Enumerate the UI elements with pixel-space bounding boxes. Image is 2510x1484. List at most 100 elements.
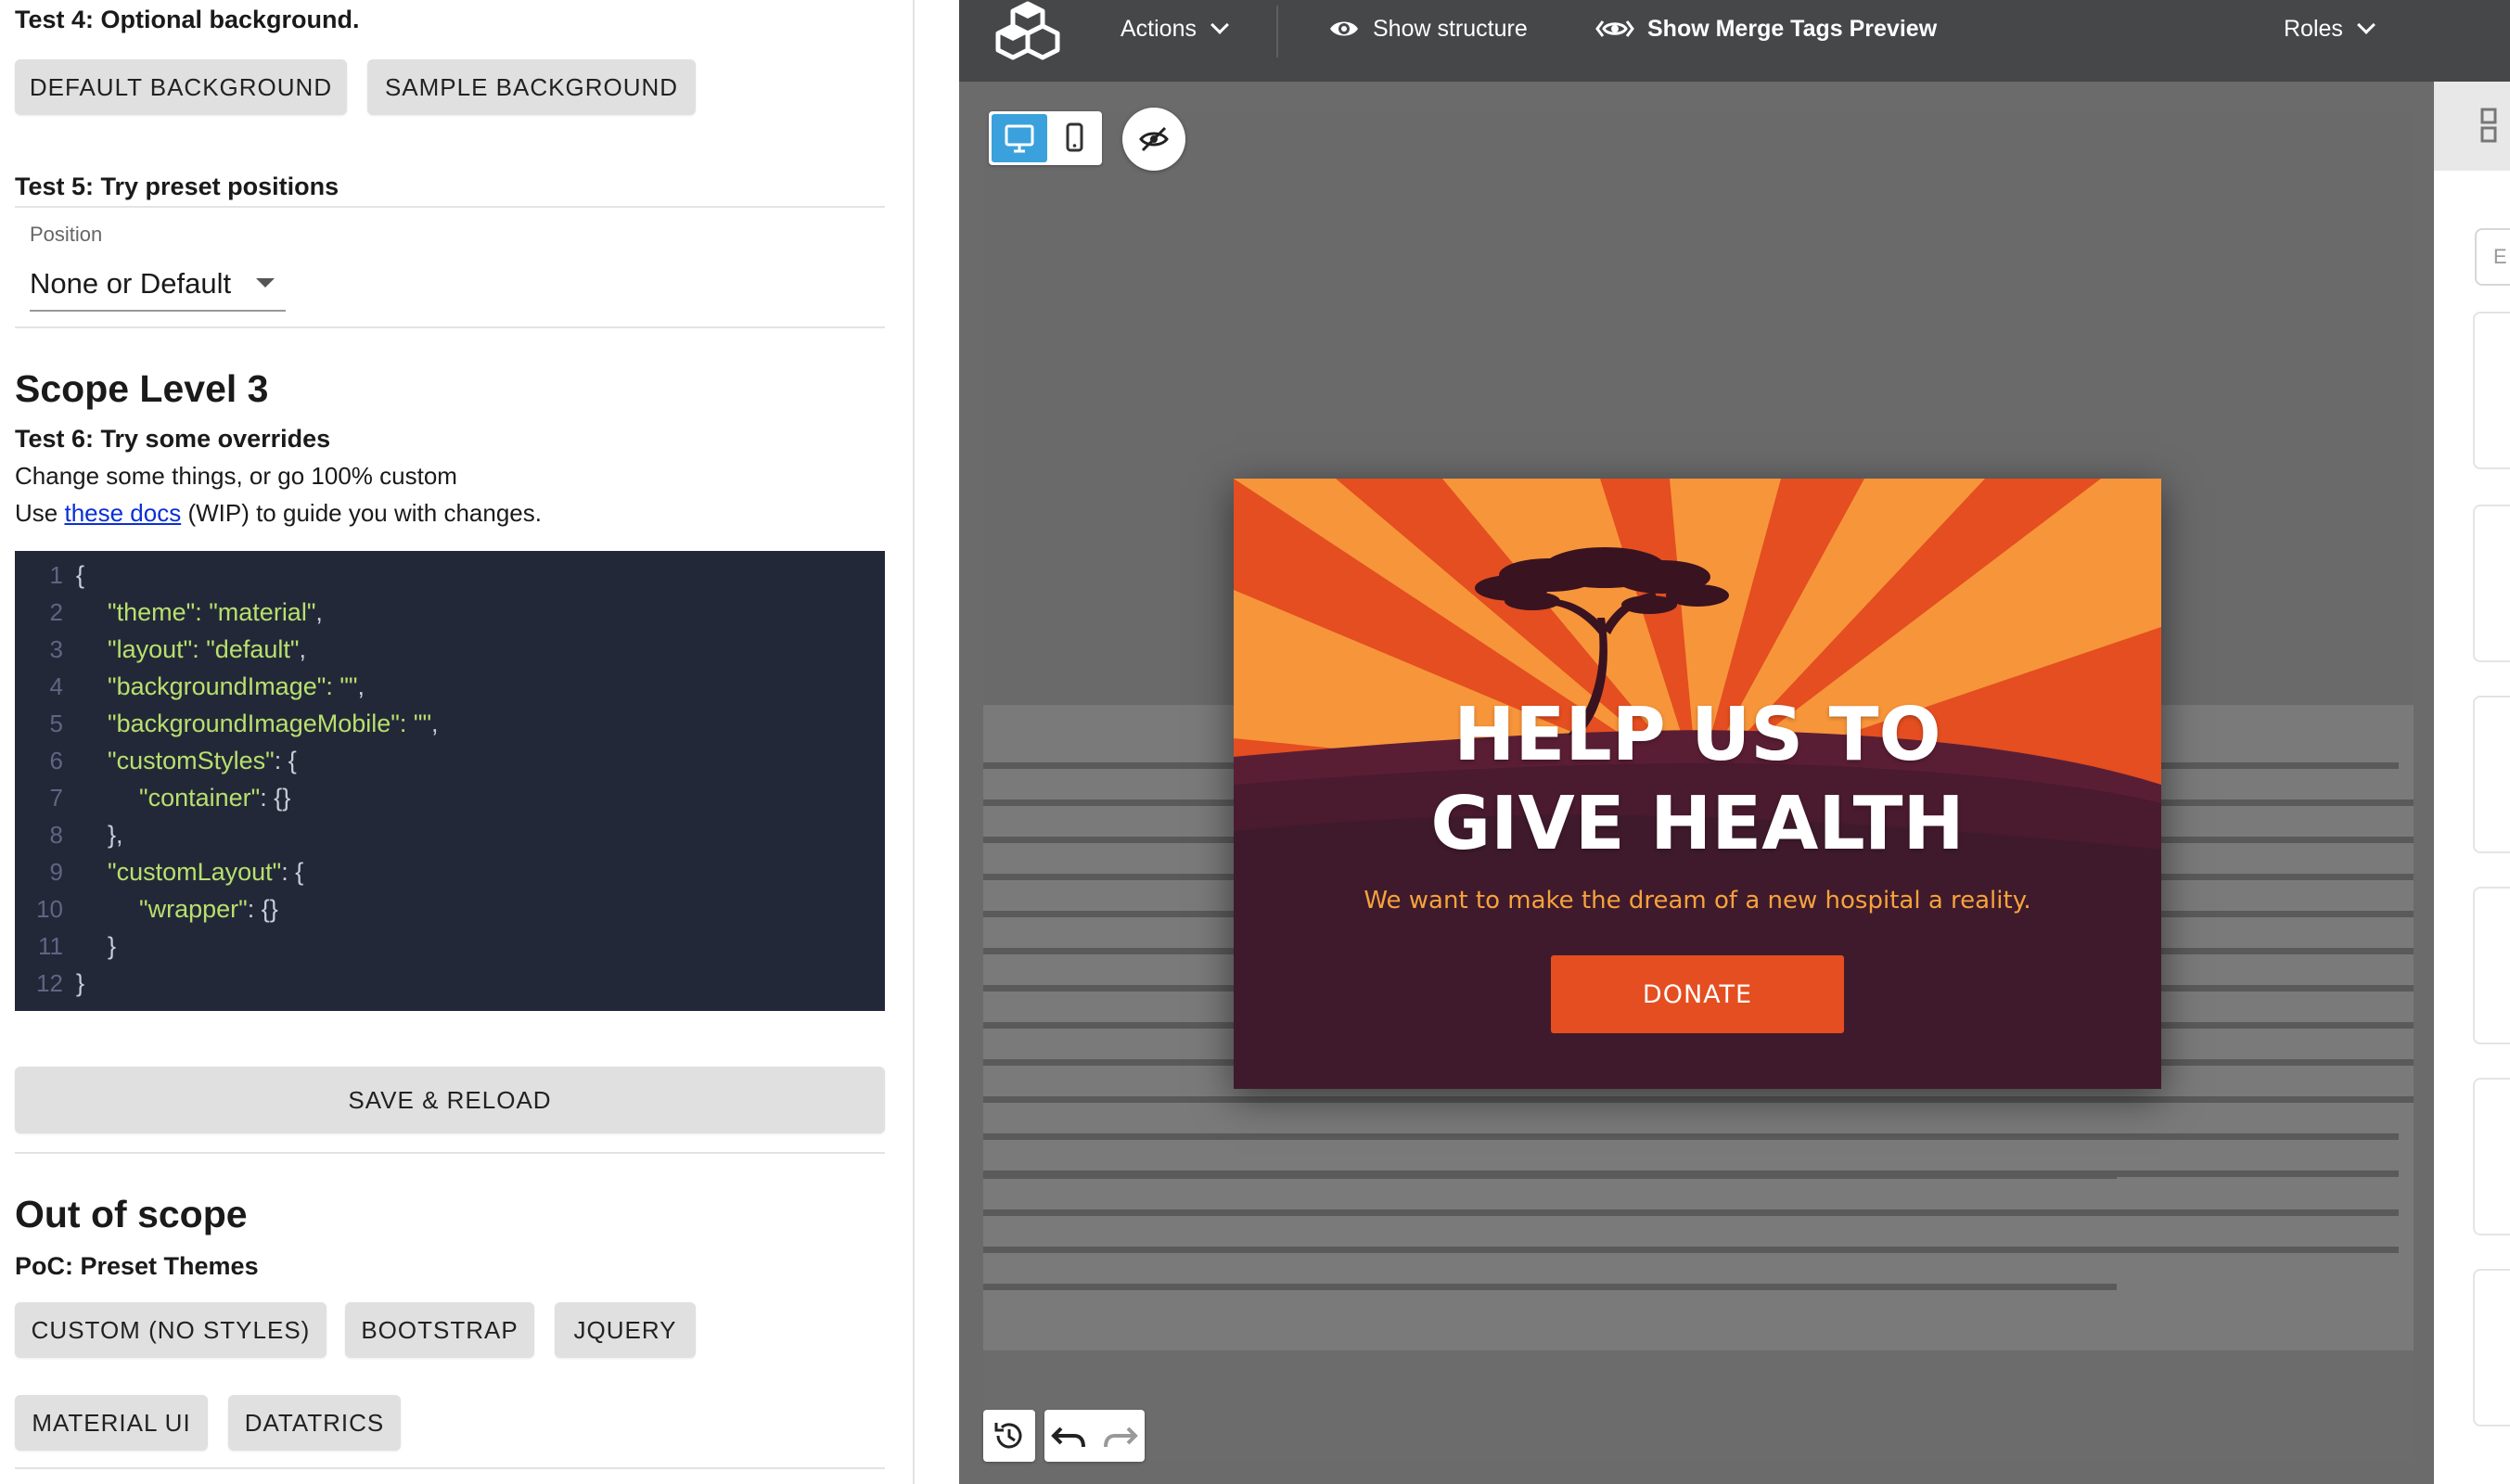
code-content: },: [108, 816, 123, 853]
editor-toolbar: Actions Show structure Show Merge Tags P…: [959, 0, 2510, 82]
json-code-editor[interactable]: 1{2 "theme": "material", 3 "layout": "defau…: [15, 551, 885, 1011]
code-line: 1{: [15, 556, 885, 594]
donate-button[interactable]: DONATE: [1551, 955, 1844, 1033]
actions-menu[interactable]: Actions: [1121, 0, 1229, 58]
code-line: 2 "theme": "material",: [15, 594, 885, 631]
popup-preview[interactable]: HELP US TO GIVE HEALTH We want to make t…: [1234, 479, 2161, 1089]
line-number: 7: [49, 784, 63, 812]
toolbar-separator: [1276, 6, 1278, 58]
code-content: "customLayout": {: [108, 853, 303, 890]
code-token: "wrapper": [139, 895, 248, 923]
popup-title-line-1: HELP US TO: [1453, 692, 1941, 777]
code-punctuation: }: [76, 969, 85, 997]
code-content: "wrapper": {}: [139, 890, 278, 928]
docs-line-prefix: Use: [15, 499, 65, 527]
desktop-icon: [1005, 124, 1034, 153]
line-number: 9: [49, 858, 63, 886]
side-card[interactable]: [2473, 696, 2510, 853]
text-line-placeholder: [983, 1096, 2414, 1103]
code-content: "backgroundImageMobile": "",: [108, 705, 439, 742]
side-card[interactable]: [2473, 312, 2510, 469]
theme-custom-button[interactable]: CUSTOM (NO STYLES): [15, 1302, 327, 1358]
line-number: 3: [49, 635, 63, 663]
position-select[interactable]: None or Default: [30, 258, 286, 312]
caret-down-icon: [256, 278, 275, 288]
app-logo-icon: [995, 1, 1060, 60]
theme-bootstrap-button[interactable]: BOOTSTRAP: [345, 1302, 534, 1358]
code-content: {: [76, 556, 84, 594]
code-line: 3 "layout": "default",: [15, 631, 885, 668]
code-content: "customStyles": {: [108, 742, 297, 779]
text-line-placeholder: [983, 1209, 2399, 1216]
show-structure-button[interactable]: Show structure: [1328, 0, 1528, 58]
code-token: "backgroundImageMobile": "": [108, 710, 432, 737]
line-number: 2: [49, 598, 63, 626]
side-card[interactable]: [2473, 1269, 2510, 1426]
code-line: 10 "wrapper": {}: [15, 890, 885, 928]
override-description: Change some things, or go 100% custom: [15, 462, 457, 490]
position-select-value: None or Default: [30, 267, 232, 300]
code-punctuation: {: [76, 561, 85, 589]
show-structure-label: Show structure: [1373, 15, 1528, 42]
docs-line-suffix: (WIP) to guide you with changes.: [181, 499, 542, 527]
code-line: 5 "backgroundImageMobile": "",: [15, 705, 885, 742]
settings-panel: Test 4: Optional background. DEFAULT BAC…: [0, 0, 915, 1484]
desktop-view-button[interactable]: [992, 114, 1047, 162]
code-content: "theme": "material",: [108, 594, 323, 631]
code-content: }: [76, 965, 84, 1002]
history-button[interactable]: [983, 1410, 1035, 1462]
code-token: "container": [139, 784, 261, 812]
show-merge-tags-label: Show Merge Tags Preview: [1647, 15, 1938, 42]
text-line-placeholder: [983, 1284, 2117, 1290]
divider: [15, 1152, 885, 1154]
eye-off-icon: [1139, 126, 1169, 152]
side-panel-tab[interactable]: [2434, 82, 2510, 171]
test4-heading: Test 4: Optional background.: [15, 6, 360, 33]
line-number: 12: [36, 969, 63, 997]
panel-divider: [913, 0, 915, 1484]
code-punctuation: : {}: [247, 895, 278, 923]
code-punctuation: ,: [299, 635, 306, 663]
mobile-icon: [1066, 122, 1083, 152]
divider: [15, 326, 885, 328]
code-punctuation: }: [108, 932, 117, 960]
preset-themes-heading: PoC: Preset Themes: [15, 1252, 259, 1280]
sample-background-button[interactable]: SAMPLE BACKGROUND: [367, 59, 696, 115]
code-line: 11}: [15, 928, 885, 965]
code-content: }: [108, 928, 116, 965]
toggle-visibility-button[interactable]: [1122, 108, 1185, 171]
popup-title-line-2: GIVE HEALTH: [1430, 781, 1965, 866]
code-punctuation: },: [108, 821, 123, 849]
theme-material-ui-button[interactable]: MATERIAL UI: [15, 1395, 208, 1451]
code-token: "theme": "material": [108, 598, 316, 626]
code-token: "layout": "default": [108, 635, 300, 663]
docs-link[interactable]: these docs: [64, 499, 181, 527]
roles-label: Roles: [2284, 15, 2343, 42]
out-of-scope-heading: Out of scope: [15, 1193, 248, 1235]
undo-icon[interactable]: [1044, 1410, 1095, 1462]
side-card[interactable]: [2473, 887, 2510, 1044]
test6-heading: Test 6: Try some overrides: [15, 425, 331, 453]
theme-jquery-button[interactable]: JQUERY: [555, 1302, 696, 1358]
line-number: 8: [49, 821, 63, 849]
code-line: 4 "backgroundImage": "",: [15, 668, 885, 705]
redo-icon[interactable]: [1095, 1410, 1145, 1462]
side-card[interactable]: [2473, 505, 2510, 662]
line-number: 11: [38, 932, 63, 960]
default-background-button[interactable]: DEFAULT BACKGROUND: [15, 59, 347, 115]
popup-subtitle: We want to make the dream of a new hospi…: [1364, 887, 2031, 915]
save-reload-button[interactable]: SAVE & RELOAD: [15, 1067, 885, 1133]
history-icon: [994, 1423, 1022, 1449]
docs-line: Use these docs (WIP) to guide you with c…: [15, 499, 542, 528]
text-line-placeholder: [983, 1133, 2399, 1140]
line-number: 10: [36, 895, 63, 923]
code-line: 9 "customLayout": {: [15, 853, 885, 890]
line-number: 1: [49, 561, 63, 589]
side-search-input[interactable]: E: [2475, 228, 2510, 286]
side-card[interactable]: [2473, 1078, 2510, 1235]
theme-datatrics-button[interactable]: DATATRICS: [228, 1395, 401, 1451]
mobile-view-button[interactable]: [1050, 114, 1098, 162]
undo-redo-group: [1044, 1410, 1145, 1462]
roles-menu[interactable]: Roles: [2284, 0, 2376, 58]
show-merge-tags-button[interactable]: Show Merge Tags Preview: [1595, 0, 1937, 58]
